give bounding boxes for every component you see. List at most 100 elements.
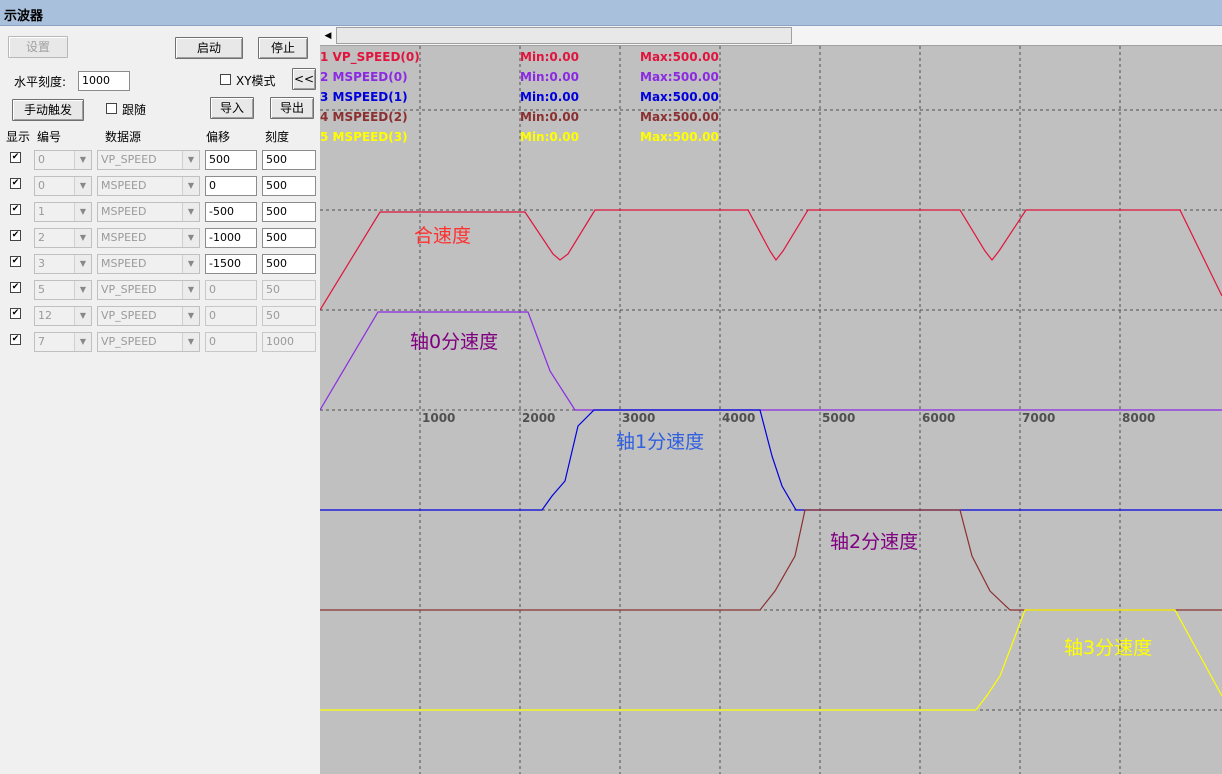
row-scale-input[interactable]: 50: [262, 306, 316, 326]
start-button[interactable]: 启动: [175, 37, 243, 59]
export-button[interactable]: 导出: [270, 97, 314, 119]
legend-max: Max:500.00: [640, 130, 719, 144]
row-scale-input[interactable]: 500: [262, 228, 316, 248]
collapse-button[interactable]: <<: [292, 68, 316, 90]
row-show-checkbox[interactable]: [10, 282, 21, 293]
row-number-select[interactable]: 3 ▼: [34, 254, 92, 274]
x-tick-label: 8000: [1122, 411, 1155, 425]
chevron-down-icon: ▼: [74, 281, 91, 299]
legend-max: Max:500.00: [640, 50, 719, 64]
x-tick-label: 1000: [422, 411, 455, 425]
row-source-value: VP_SPEED: [101, 283, 157, 296]
row-source-select[interactable]: VP_SPEED ▼: [97, 332, 200, 352]
row-show-checkbox[interactable]: [10, 152, 21, 163]
row-show-checkbox[interactable]: [10, 308, 21, 319]
waveform-plot: 1000 2000 3000 4000 5000 6000 7000 8000 1 VP_SPE…: [320, 46, 1222, 774]
window-title: 示波器: [4, 9, 44, 24]
chevron-down-icon: ▼: [74, 229, 91, 247]
row-scale-input[interactable]: 50: [262, 280, 316, 300]
legend-min: Min:0.00: [520, 110, 579, 124]
row-source-value: MSPEED: [101, 257, 147, 270]
manual-trigger-button[interactable]: 手动触发: [12, 99, 84, 121]
row-source-select[interactable]: MSPEED ▼: [97, 254, 200, 274]
row-offset-input[interactable]: 500: [205, 150, 257, 170]
legend-max: Max:500.00: [640, 110, 719, 124]
header-show: 显示: [6, 130, 31, 144]
row-source-value: MSPEED: [101, 179, 147, 192]
scroll-thumb[interactable]: [336, 27, 792, 44]
row-number-value: 2: [38, 231, 45, 244]
row-source-select[interactable]: MSPEED ▼: [97, 228, 200, 248]
row-number-select[interactable]: 0 ▼: [34, 176, 92, 196]
row-number-select[interactable]: 12 ▼: [34, 306, 92, 326]
legend-name: 4 MSPEED(2): [320, 110, 408, 124]
chevron-down-icon: ▼: [74, 203, 91, 221]
setup-button[interactable]: 设置: [8, 36, 68, 58]
stop-button[interactable]: 停止: [258, 37, 308, 59]
row-number-select[interactable]: 2 ▼: [34, 228, 92, 248]
header-scale: 刻度: [265, 130, 290, 144]
row-show-checkbox[interactable]: [10, 204, 21, 215]
x-tick-label: 5000: [822, 411, 855, 425]
row-show-checkbox[interactable]: [10, 230, 21, 241]
title-bar: 示波器: [0, 0, 1222, 26]
legend-min: Min:0.00: [520, 70, 579, 84]
row-offset-input[interactable]: -500: [205, 202, 257, 222]
follow-checkbox[interactable]: [106, 103, 117, 114]
hscale-input[interactable]: 1000: [78, 71, 130, 91]
chevron-down-icon: ▼: [182, 177, 199, 195]
row-scale-input[interactable]: 500: [262, 176, 316, 196]
legend-name: 2 MSPEED(0): [320, 70, 408, 84]
chevron-down-icon: ▼: [182, 281, 199, 299]
waveform-annotation: 轴1分速度: [616, 431, 704, 453]
row-scale-input[interactable]: 500: [262, 150, 316, 170]
row-offset-input[interactable]: 0: [205, 280, 257, 300]
row-source-value: MSPEED: [101, 205, 147, 218]
row-number-select[interactable]: 0 ▼: [34, 150, 92, 170]
xy-mode-label: XY模式: [236, 74, 276, 88]
chevron-down-icon: ▼: [182, 203, 199, 221]
row-scale-input[interactable]: 500: [262, 254, 316, 274]
row-offset-input[interactable]: 0: [205, 332, 257, 352]
chevron-down-icon: ▼: [74, 255, 91, 273]
legend-min: Min:0.00: [520, 90, 579, 104]
row-source-select[interactable]: MSPEED ▼: [97, 202, 200, 222]
horizontal-scrollbar[interactable]: ◀: [320, 26, 1222, 46]
waveform-annotation: 合速度: [414, 225, 471, 247]
row-source-select[interactable]: VP_SPEED ▼: [97, 280, 200, 300]
x-tick-label: 7000: [1022, 411, 1055, 425]
row-source-select[interactable]: VP_SPEED ▼: [97, 150, 200, 170]
legend-min: Min:0.00: [520, 50, 579, 64]
row-show-checkbox[interactable]: [10, 178, 21, 189]
scope-display: ◀ 1000 2000 3000 4000 5000 6000 7000 8000 1 VP_S…: [320, 26, 1222, 774]
row-offset-input[interactable]: -1000: [205, 228, 257, 248]
legend-name: 5 MSPEED(3): [320, 130, 408, 144]
row-show-checkbox[interactable]: [10, 334, 21, 345]
row-number-select[interactable]: 7 ▼: [34, 332, 92, 352]
row-number-select[interactable]: 5 ▼: [34, 280, 92, 300]
row-scale-input[interactable]: 500: [262, 202, 316, 222]
row-show-checkbox[interactable]: [10, 256, 21, 267]
row-number-select[interactable]: 1 ▼: [34, 202, 92, 222]
row-source-select[interactable]: VP_SPEED ▼: [97, 306, 200, 326]
x-tick-label: 2000: [522, 411, 555, 425]
waveform-annotation: 轴3分速度: [1064, 637, 1152, 659]
row-source-select[interactable]: MSPEED ▼: [97, 176, 200, 196]
row-offset-input[interactable]: -1500: [205, 254, 257, 274]
follow-label: 跟随: [122, 103, 147, 117]
chevron-down-icon: ▼: [74, 151, 91, 169]
header-number: 编号: [37, 130, 62, 144]
chevron-down-icon: ▼: [74, 177, 91, 195]
import-button[interactable]: 导入: [210, 97, 254, 119]
legend-name: 3 MSPEED(1): [320, 90, 408, 104]
row-number-value: 5: [38, 283, 45, 296]
legend-name: 1 VP_SPEED(0): [320, 50, 420, 65]
scroll-left-icon[interactable]: ◀: [321, 28, 335, 44]
xy-mode-checkbox[interactable]: [220, 74, 231, 85]
header-offset: 偏移: [206, 130, 231, 144]
row-source-value: VP_SPEED: [101, 153, 157, 166]
hscale-label: 水平刻度:: [14, 75, 67, 89]
row-scale-input[interactable]: 1000: [262, 332, 316, 352]
row-offset-input[interactable]: 0: [205, 306, 257, 326]
row-offset-input[interactable]: 0: [205, 176, 257, 196]
